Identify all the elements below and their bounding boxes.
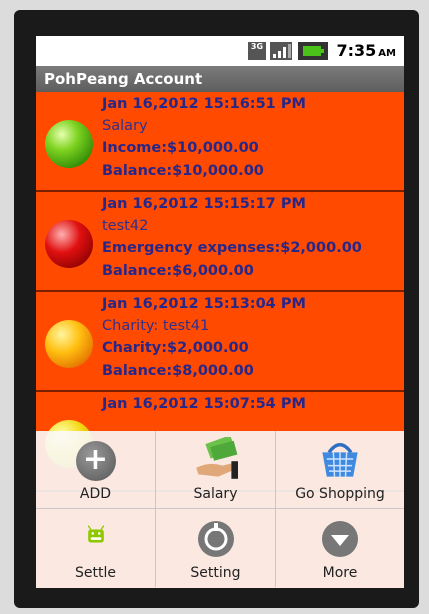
entry-note: Charity: test41 — [102, 318, 210, 334]
menu-add-button[interactable]: + ADD — [36, 431, 156, 509]
options-menu: + ADD Salary Go Shopping Settle Setting … — [36, 431, 404, 588]
entry-balance: Balance:$10,000.00 — [102, 163, 264, 179]
menu-settle-button[interactable]: Settle — [36, 509, 156, 587]
android-icon — [87, 525, 104, 543]
network-3g-icon: 3G — [248, 42, 266, 60]
entry-balance: Balance:$8,000.00 — [102, 363, 254, 379]
menu-label: More — [322, 565, 358, 581]
list-item[interactable]: Jan 16,2012 15:13:04 PM Charity: test41 … — [36, 292, 404, 392]
menu-label: ADD — [79, 486, 112, 502]
entry-amount: Emergency expenses:$2,000.00 — [102, 240, 362, 256]
menu-more-button[interactable]: More — [276, 509, 404, 587]
entry-balance: Balance:$6,000.00 — [102, 263, 254, 279]
menu-setting-button[interactable]: Setting — [156, 509, 276, 587]
entry-note: test42 — [102, 218, 149, 234]
menu-label: Setting — [190, 565, 241, 581]
entry-date: Jan 16,2012 15:13:04 PM — [102, 296, 306, 312]
add-icon: + — [75, 441, 116, 481]
red-ball-icon — [45, 220, 93, 268]
menu-label: Settle — [75, 565, 116, 581]
entry-amount: Income:$10,000.00 — [102, 140, 259, 156]
menu-go-shopping-button[interactable]: Go Shopping — [276, 431, 404, 509]
app-title: PohPeang Account — [44, 70, 203, 88]
signal-strength-icon — [270, 42, 292, 60]
entry-date: Jan 16,2012 15:15:17 PM — [102, 196, 306, 212]
battery-icon — [298, 42, 328, 60]
settings-icon — [197, 521, 234, 557]
orange-ball-icon — [45, 320, 93, 368]
list-item[interactable]: Jan 16,2012 15:16:51 PM Salary Income:$1… — [36, 92, 404, 192]
status-bar: 3G 7:35 AM — [36, 36, 404, 66]
entry-note: Salary — [102, 118, 148, 134]
entry-date: Jan 16,2012 15:07:54 PM — [102, 396, 306, 412]
menu-label: Go Shopping — [295, 486, 385, 502]
app-title-bar: PohPeang Account — [36, 66, 404, 92]
shopping-basket-icon — [322, 443, 358, 477]
salary-money-icon — [195, 437, 238, 479]
entry-date: Jan 16,2012 15:16:51 PM — [102, 96, 306, 112]
entry-amount: Charity:$2,000.00 — [102, 340, 249, 356]
more-icon — [322, 521, 358, 557]
green-ball-icon — [45, 120, 93, 168]
status-clock: 7:35 AM — [336, 41, 397, 60]
list-item[interactable]: Jan 16,2012 15:15:17 PM test42 Emergency… — [36, 192, 404, 292]
menu-label: Salary — [193, 486, 238, 502]
phone-screen: 3G 7:35 AM PohPeang Account Jan 16,2012 1… — [36, 36, 404, 588]
menu-salary-button[interactable]: Salary — [156, 431, 276, 509]
